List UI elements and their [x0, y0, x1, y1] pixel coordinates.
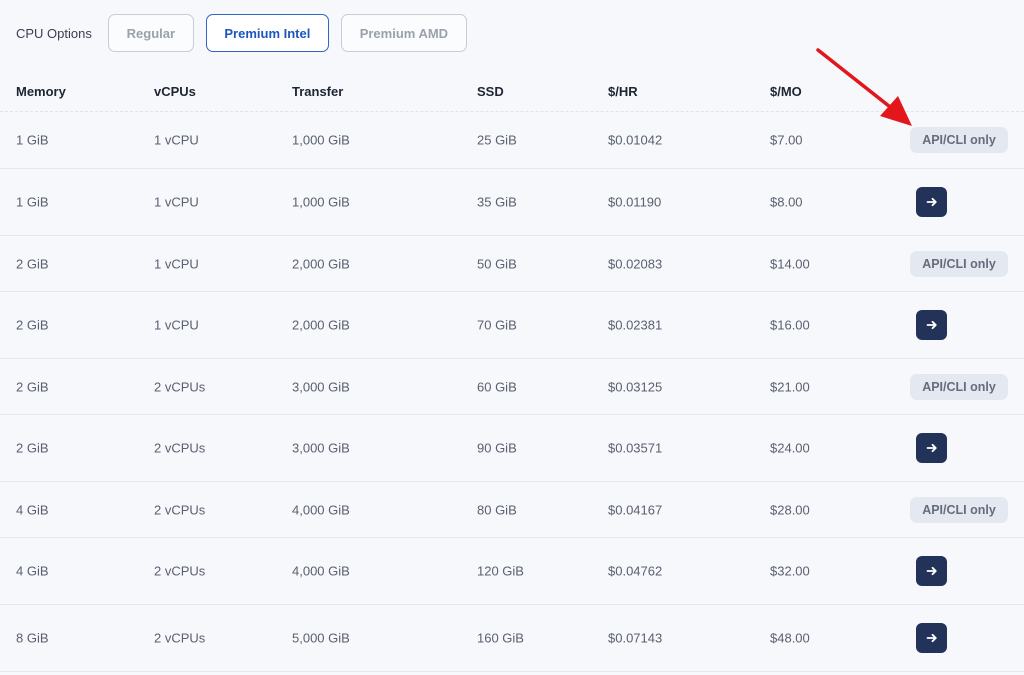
cell-hourly-price: $0.01190 — [608, 194, 662, 210]
arrow-right-icon — [926, 197, 937, 207]
cell-transfer: 3,000 GiB — [292, 440, 350, 456]
arrow-right-icon — [926, 443, 937, 453]
cell-transfer: 2,000 GiB — [292, 317, 350, 333]
cell-hourly-price: $0.03571 — [608, 440, 663, 456]
column-header-ssd: SSD — [477, 84, 504, 99]
cell-monthly-price: $48.00 — [770, 630, 810, 646]
cell-ssd: 60 GiB — [477, 379, 517, 394]
table-row: 8 GiB 2 vCPUs 5,000 GiB 160 GiB $0.07143 $48.… — [0, 605, 1024, 672]
cell-monthly-price: $21.00 — [770, 379, 810, 394]
cell-monthly-price: $16.00 — [770, 317, 810, 333]
api-cli-only-badge: API/CLI only — [910, 127, 1008, 153]
cell-vcpus: 1 vCPU — [154, 256, 199, 271]
cell-vcpus: 2 vCPUs — [154, 563, 206, 579]
arrow-right-icon — [926, 633, 937, 643]
select-plan-button[interactable] — [916, 623, 947, 653]
cell-monthly-price: $32.00 — [770, 563, 810, 579]
select-plan-button[interactable] — [916, 187, 947, 217]
arrow-right-icon — [926, 320, 937, 330]
cell-transfer: 3,000 GiB — [292, 379, 350, 394]
cell-hourly-price: $0.04762 — [608, 563, 663, 579]
pricing-page: CPU Options Regular Premium Intel Premiu… — [0, 0, 1024, 675]
cell-monthly-price: $28.00 — [770, 502, 810, 517]
cell-hourly-price: $0.01042 — [608, 132, 663, 148]
cell-vcpus: 2 vCPUs — [154, 379, 206, 394]
api-cli-only-badge: API/CLI only — [910, 496, 1008, 523]
cell-hourly-price: $0.04167 — [608, 502, 663, 517]
cell-vcpus: 2 vCPUs — [154, 630, 206, 646]
table-row: 2 GiB 1 vCPU 2,000 GiB 70 GiB $0.02381 $16.00 — [0, 292, 1024, 359]
cell-ssd: 50 GiB — [477, 256, 517, 271]
cell-memory: 4 GiB — [16, 502, 49, 517]
cell-hourly-price: $0.03125 — [608, 379, 663, 394]
cell-vcpus: 1 vCPU — [154, 194, 199, 210]
cell-hourly-price: $0.02381 — [608, 317, 663, 333]
cell-ssd: 120 GiB — [477, 563, 524, 579]
cell-vcpus: 2 vCPUs — [154, 502, 206, 517]
cpu-option-premium-intel-button[interactable]: Premium Intel — [205, 14, 329, 52]
select-plan-button[interactable] — [916, 556, 947, 586]
cell-monthly-price: $14.00 — [770, 256, 810, 271]
column-header-transfer: Transfer — [292, 84, 344, 99]
cell-ssd: 70 GiB — [477, 317, 517, 333]
cell-memory: 1 GiB — [16, 194, 49, 210]
cell-transfer: 4,000 GiB — [292, 502, 350, 517]
cell-monthly-price: $7.00 — [770, 132, 803, 148]
cpu-option-premium-amd-button[interactable]: Premium AMD — [340, 14, 467, 52]
cell-ssd: 25 GiB — [477, 132, 517, 148]
cell-hourly-price: $0.02083 — [608, 256, 663, 271]
cell-transfer: 2,000 GiB — [292, 256, 350, 271]
cpu-options-bar: CPU Options Regular Premium Intel Premiu… — [16, 14, 479, 52]
table-row: 2 GiB 2 vCPUs 3,000 GiB 90 GiB $0.03571 $24.0… — [0, 415, 1024, 482]
table-row: 2 GiB 1 vCPU 2,000 GiB 50 GiB $0.02083 $14.00… — [0, 236, 1024, 292]
cell-memory: 4 GiB — [16, 563, 49, 579]
table-row: 1 GiB 1 vCPU 1,000 GiB 35 GiB $0.01190 $8.00 — [0, 169, 1024, 236]
select-plan-button[interactable] — [916, 310, 947, 340]
cell-ssd: 90 GiB — [477, 440, 517, 456]
cell-vcpus: 1 vCPU — [154, 132, 199, 148]
cell-monthly-price: $8.00 — [770, 194, 803, 210]
arrow-right-icon — [926, 566, 937, 576]
api-cli-only-badge: API/CLI only — [910, 250, 1008, 277]
cell-transfer: 1,000 GiB — [292, 132, 350, 148]
cell-vcpus: 2 vCPUs — [154, 440, 206, 456]
cell-vcpus: 1 vCPU — [154, 317, 199, 333]
cpu-option-regular-button[interactable]: Regular — [107, 14, 194, 52]
column-header-memory: Memory — [16, 84, 66, 99]
cell-memory: 2 GiB — [16, 256, 49, 271]
cell-hourly-price: $0.07143 — [608, 630, 663, 646]
column-header-hourly: $/HR — [608, 84, 638, 99]
cell-memory: 8 GiB — [16, 630, 49, 646]
cell-transfer: 5,000 GiB — [292, 630, 350, 646]
cell-memory: 2 GiB — [16, 379, 49, 394]
cell-monthly-price: $24.00 — [770, 440, 810, 456]
cpu-options-label: CPU Options — [16, 25, 92, 41]
table-row: 4 GiB 2 vCPUs 4,000 GiB 120 GiB $0.04762 $32.… — [0, 538, 1024, 605]
cell-ssd: 80 GiB — [477, 502, 517, 517]
cell-ssd: 160 GiB — [477, 630, 524, 646]
cell-memory: 2 GiB — [16, 440, 49, 456]
cell-memory: 1 GiB — [16, 132, 49, 148]
cell-transfer: 4,000 GiB — [292, 563, 350, 579]
table-row: 4 GiB 2 vCPUs 4,000 GiB 80 GiB $0.04167 $28.0… — [0, 482, 1024, 538]
table-header: Memory vCPUs Transfer SSD $/HR $/MO — [0, 72, 1024, 112]
column-header-monthly: $/MO — [770, 84, 802, 99]
table-row: 2 GiB 2 vCPUs 3,000 GiB 60 GiB $0.03125 $21.0… — [0, 359, 1024, 415]
api-cli-only-badge: API/CLI only — [910, 373, 1008, 400]
cell-transfer: 1,000 GiB — [292, 194, 350, 210]
column-header-vcpus: vCPUs — [154, 84, 196, 99]
cell-ssd: 35 GiB — [477, 194, 517, 210]
select-plan-button[interactable] — [916, 433, 947, 463]
table-row: 1 GiB 1 vCPU 1,000 GiB 25 GiB $0.01042 $7.00 A… — [0, 112, 1024, 169]
cell-memory: 2 GiB — [16, 317, 49, 333]
